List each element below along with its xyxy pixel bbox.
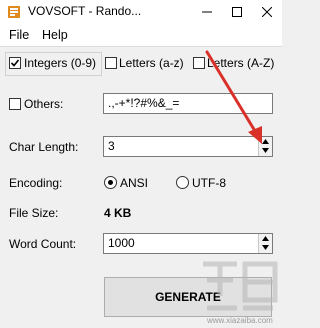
- maximize-icon: [232, 7, 242, 17]
- utf8-radio[interactable]: [176, 176, 189, 189]
- title-bar: VOVSOFT - Rando...: [0, 0, 282, 25]
- menu-help[interactable]: Help: [42, 28, 68, 42]
- char-length-label: Char Length:: [9, 140, 79, 154]
- minimize-button[interactable]: [192, 0, 222, 24]
- spin-up-icon: [262, 139, 269, 144]
- close-button[interactable]: [252, 0, 282, 24]
- letters-upper-label: Letters (A-Z): [207, 56, 275, 70]
- letters-upper-checkbox[interactable]: [193, 57, 205, 69]
- spin-down-icon: [262, 148, 269, 153]
- char-length-value: 3: [108, 139, 115, 153]
- menu-file[interactable]: File: [9, 28, 29, 42]
- spin-up-icon: [262, 236, 269, 241]
- check-icon: [10, 59, 20, 67]
- others-label: Others:: [24, 97, 64, 111]
- watermark-text: www.xiazaiba.com: [207, 316, 273, 325]
- letters-lower-checkbox[interactable]: [105, 57, 117, 69]
- ansi-label: ANSI: [120, 176, 149, 190]
- integers-label: Integers (0-9): [24, 56, 97, 70]
- letters-lower-label: Letters (a-z): [119, 56, 184, 70]
- window-title: VOVSOFT - Rando...: [28, 4, 142, 18]
- others-input[interactable]: .,-+*!?#%&_=: [103, 93, 273, 114]
- minimize-icon: [202, 11, 212, 13]
- ansi-radio[interactable]: [104, 176, 117, 189]
- close-icon: [262, 7, 272, 17]
- word-count-label: Word Count:: [9, 237, 77, 251]
- menu-bar: File Help: [0, 24, 282, 47]
- utf8-label: UTF-8: [192, 176, 226, 190]
- word-count-input[interactable]: 1000: [103, 233, 273, 254]
- spin-down-icon: [262, 245, 269, 250]
- file-size-label: File Size:: [9, 206, 59, 220]
- char-length-input[interactable]: 3: [103, 136, 273, 157]
- word-count-spinner[interactable]: [258, 234, 272, 253]
- maximize-button[interactable]: [222, 0, 252, 24]
- file-size-value: 4 KB: [104, 206, 132, 220]
- others-checkbox[interactable]: [9, 98, 21, 110]
- integers-checkbox[interactable]: [9, 57, 21, 69]
- encoding-label: Encoding:: [9, 176, 63, 190]
- app-icon: [8, 6, 20, 18]
- radio-selected-dot: [108, 180, 113, 185]
- word-count-value: 1000: [108, 236, 135, 250]
- char-length-spinner[interactable]: [258, 137, 272, 156]
